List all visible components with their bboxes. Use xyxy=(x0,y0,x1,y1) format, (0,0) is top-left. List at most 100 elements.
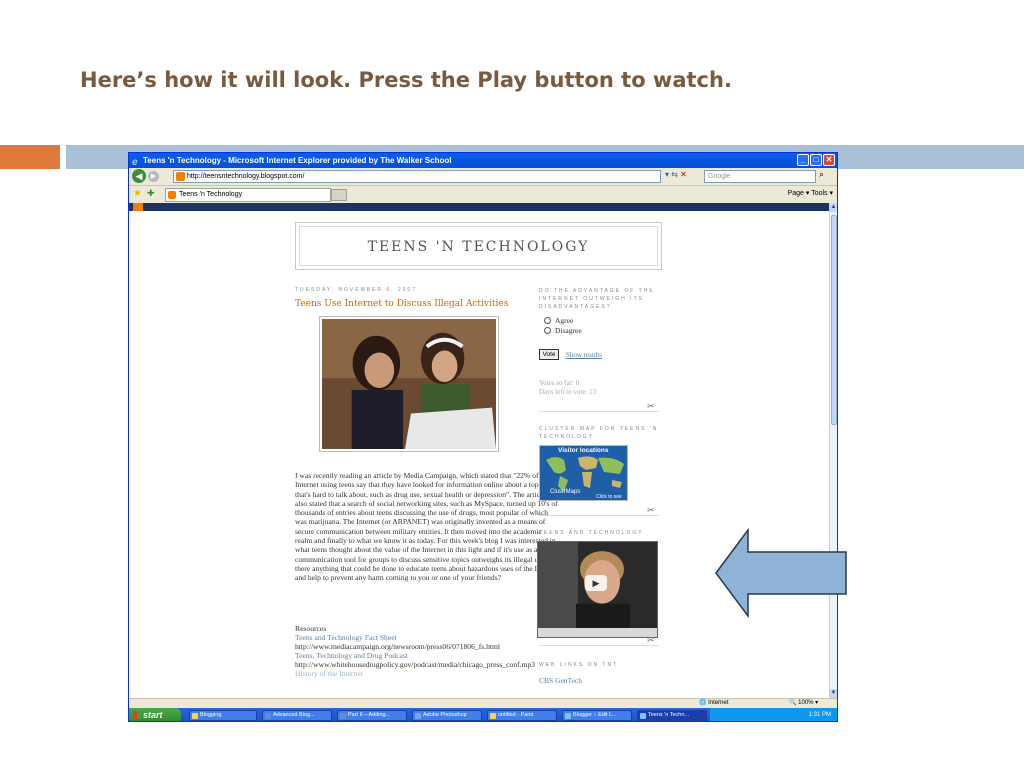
scroll-up-button[interactable]: ▲ xyxy=(830,203,837,212)
post-photo xyxy=(319,316,499,452)
forward-button[interactable]: ▶ xyxy=(148,171,159,182)
status-bar: 🌐 Internet 🔍 100% ▾ xyxy=(129,698,837,708)
zone-label: Internet xyxy=(708,700,729,706)
url-field[interactable]: http://teensntechnology.blogspot.com/ xyxy=(173,170,661,183)
edit-tools-icon[interactable]: ✂ xyxy=(647,635,655,646)
poll-option-disagree-label: Disagree xyxy=(555,326,582,335)
command-bar[interactable]: Page ▾ Tools ▾ xyxy=(788,189,833,197)
weblinks-heading: WEB LINKS ON TNT xyxy=(539,662,619,668)
tab-label: Teens 'n Technology xyxy=(179,191,243,198)
tab-teens-n-technology[interactable]: Teens 'n Technology xyxy=(165,188,331,202)
title-bar: e Teens 'n Technology - Microsoft Intern… xyxy=(129,153,837,168)
task-label: untitled - Paint xyxy=(498,712,534,718)
video-player[interactable]: ▶ xyxy=(537,541,658,638)
radio-disagree[interactable] xyxy=(544,327,551,334)
resource-link-podcast[interactable]: Teens, Technology and Drug Podcast xyxy=(295,651,559,660)
poll-option-disagree[interactable]: Disagree xyxy=(544,326,582,335)
taskbar: start Blogging Advanced Blog... Part II … xyxy=(129,708,837,721)
task-advanced-blog[interactable]: Advanced Blog... xyxy=(262,710,332,721)
blog-title[interactable]: TEENS 'N TECHNOLOGY xyxy=(299,226,658,266)
task-label: Advanced Blog... xyxy=(273,712,315,718)
photoshop-icon xyxy=(415,713,421,719)
search-icon[interactable]: ⌕ xyxy=(819,169,824,180)
divider xyxy=(539,515,659,516)
post-date: TUESDAY, NOVEMBER 6, 2007 xyxy=(295,287,418,293)
page-content: TEENS 'N TECHNOLOGY TUESDAY, NOVEMBER 6,… xyxy=(129,203,829,698)
resource-url-fact-sheet: http://www.mediacampaign.org/newsroom/pr… xyxy=(295,642,501,651)
slide-title: Here’s how it will look. Press the Play … xyxy=(80,68,732,92)
weblink-cbs-gentech[interactable]: CBS GenTech xyxy=(539,676,582,685)
windows-flag-icon xyxy=(133,711,141,719)
resources-label: Resources xyxy=(295,624,327,633)
task-photoshop[interactable]: Adobe Photoshop xyxy=(412,710,482,721)
ie-icon xyxy=(565,713,571,719)
window-title: Teens 'n Technology - Microsoft Internet… xyxy=(143,156,452,165)
ie-icon xyxy=(640,713,646,719)
task-label: Blogger :: Edit L... xyxy=(573,712,617,718)
start-button[interactable]: start xyxy=(129,708,181,721)
zoom-level[interactable]: 🔍 100% ▾ xyxy=(789,699,818,708)
back-button[interactable]: ◀ xyxy=(132,169,146,183)
map-brand: ClustrMaps xyxy=(550,489,581,495)
task-blogging[interactable]: Blogging xyxy=(189,710,257,721)
folder-icon xyxy=(192,713,198,719)
divider xyxy=(539,411,659,412)
address-bar: ◀ ▶ http://teensntechnology.blogspot.com… xyxy=(129,168,837,186)
resource-link-history[interactable]: History of the Internet xyxy=(295,669,559,678)
vertical-scrollbar[interactable]: ▲ ▼ xyxy=(829,203,837,698)
blogger-favicon-icon xyxy=(176,172,185,181)
zoom-value: 100% xyxy=(798,700,814,706)
resource-link-fact-sheet[interactable]: Teens and Technology Fact Sheet xyxy=(295,633,559,642)
clock[interactable]: 1:31 PM xyxy=(809,712,831,718)
show-results-link[interactable]: Show results xyxy=(566,351,602,359)
cluster-map[interactable]: Visitor locations ClustrMaps Click to se… xyxy=(539,445,628,501)
scroll-down-button[interactable]: ▼ xyxy=(830,689,837,698)
browser-window: e Teens 'n Technology - Microsoft Intern… xyxy=(128,152,838,722)
close-button[interactable]: ✕ xyxy=(823,154,835,166)
blogger-icon[interactable] xyxy=(133,203,143,211)
poll-option-agree[interactable]: Agree xyxy=(544,316,573,325)
play-button[interactable]: ▶ xyxy=(585,575,607,591)
video-controls[interactable] xyxy=(538,628,657,637)
tab-bar: ★ ✚ Teens 'n Technology Page ▾ Tools ▾ xyxy=(129,186,837,203)
map-label: Visitor locations xyxy=(558,447,609,454)
edit-tools-icon[interactable]: ✂ xyxy=(647,505,655,516)
teens-laptop-photo xyxy=(322,319,496,449)
divider xyxy=(539,645,659,646)
blog-header: TEENS 'N TECHNOLOGY xyxy=(295,222,662,270)
task-teens-n-tech[interactable]: Teens 'n Techn... xyxy=(637,710,707,721)
url-text: http://teensntechnology.blogspot.com/ xyxy=(187,173,305,180)
radio-agree[interactable] xyxy=(544,317,551,324)
favorites-star-icon[interactable]: ★ xyxy=(133,188,142,199)
days-left: Days left to vote: 13 xyxy=(539,388,597,396)
word-icon xyxy=(340,713,346,719)
post-body: I was recently reading an article by Med… xyxy=(295,471,559,583)
refresh-stop-buttons[interactable]: ▾ ⇆ ✕ xyxy=(665,170,687,179)
scroll-thumb[interactable] xyxy=(831,215,837,425)
map-click-text: Click to see xyxy=(596,494,622,500)
security-zone: 🌐 Internet xyxy=(699,700,729,706)
cluster-map-heading: CLUSTER MAP FOR TEENS 'N TECHNOLOGY xyxy=(539,426,659,440)
system-tray: 1:31 PM xyxy=(709,708,837,721)
maximize-button[interactable]: □ xyxy=(810,154,822,166)
new-tab-button[interactable] xyxy=(331,189,347,201)
resources-section: Resources Teens and Technology Fact Shee… xyxy=(295,624,559,678)
task-label: Teens 'n Techn... xyxy=(648,712,690,718)
task-label: Adobe Photoshop xyxy=(423,712,467,718)
edit-tools-icon[interactable]: ✂ xyxy=(647,401,655,412)
window-controls: _ □ ✕ xyxy=(797,154,835,166)
accent-bar-orange xyxy=(0,145,60,169)
task-paint[interactable]: untitled - Paint xyxy=(487,710,557,721)
task-label: Blogging xyxy=(200,712,222,718)
video-heading: TEENS AND TECHNOLOGY xyxy=(539,530,644,536)
blogger-tab-icon xyxy=(168,191,176,199)
post-title[interactable]: Teens Use Internet to Discuss Illegal Ac… xyxy=(295,299,508,309)
task-part-ii[interactable]: Part II – Adding... xyxy=(337,710,407,721)
search-input[interactable]: Google xyxy=(704,170,816,183)
minimize-button[interactable]: _ xyxy=(797,154,809,166)
vote-button[interactable]: Vote xyxy=(539,349,559,360)
poll-option-agree-label: Agree xyxy=(555,316,574,325)
task-blogger-edit[interactable]: Blogger :: Edit L... xyxy=(562,710,632,721)
task-label: Part II – Adding... xyxy=(348,712,391,718)
add-favorite-icon[interactable]: ✚ xyxy=(147,188,155,199)
